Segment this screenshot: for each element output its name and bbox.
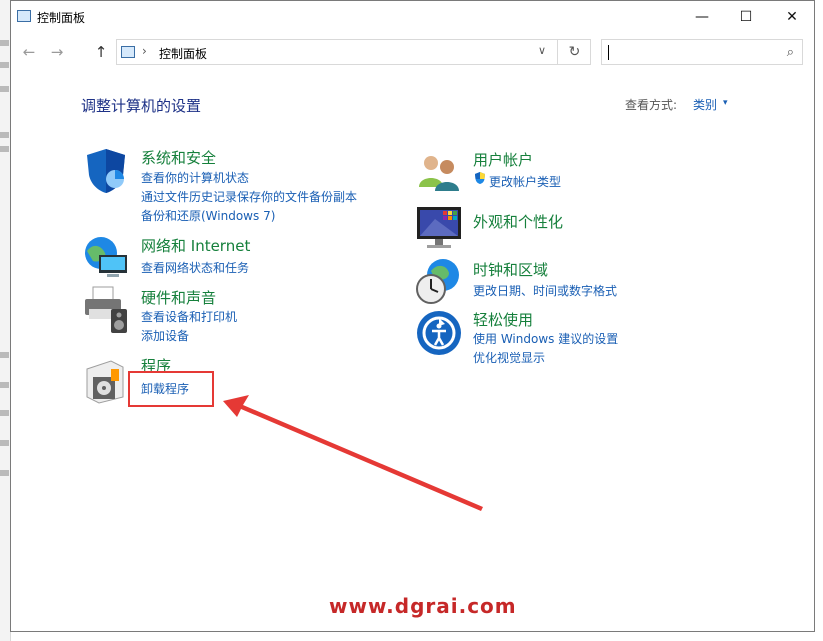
control-panel-window: 控制面板 — ☐ ✕ ← → ↑ › 控制面板 ∨ ↻ ⌕ 调整计算机的设置 查… <box>10 0 815 632</box>
watermark-text: www.dgrai.com <box>329 594 517 618</box>
annotation-arrow <box>223 395 483 511</box>
